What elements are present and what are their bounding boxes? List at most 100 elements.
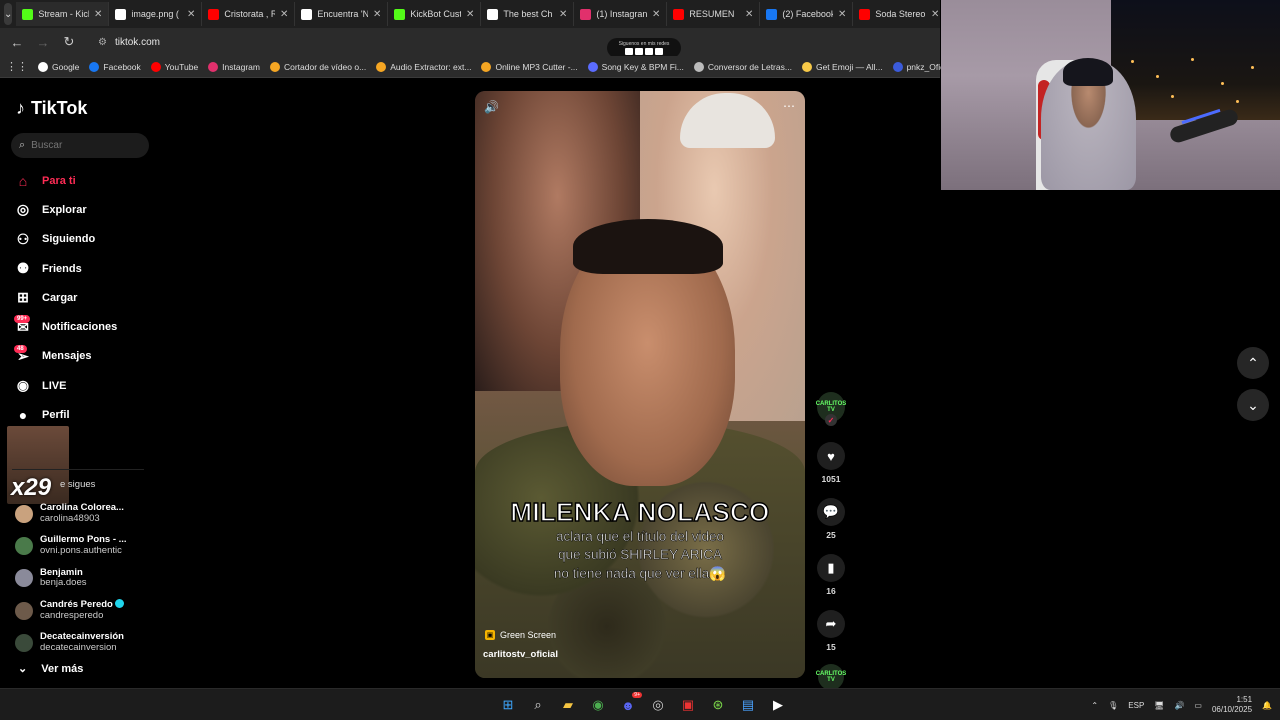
media-player-icon[interactable]: ▶	[767, 694, 789, 716]
close-tab-icon[interactable]: ✕	[652, 9, 660, 20]
apps-grid-icon[interactable]: ⋮⋮	[6, 60, 28, 73]
browser-tab[interactable]: RESUMEN ✕	[667, 2, 761, 26]
tab-title: Stream - Kick	[38, 9, 89, 19]
video-author[interactable]: carlitostv_oficial	[483, 649, 558, 660]
bookmark-item[interactable]: YouTube	[150, 61, 198, 72]
sidebar-item-live[interactable]: ◉ LIVE	[14, 371, 154, 400]
tab-favicon-icon	[394, 8, 406, 20]
taskbar-search-icon[interactable]: ⌕	[527, 694, 549, 716]
tray-chevron-icon[interactable]: ⌃	[1091, 701, 1098, 710]
browser-tab[interactable]: image.png ( ✕	[109, 2, 203, 26]
following-account[interactable]: Carolina Colorea... carolina48903	[15, 498, 155, 530]
site-info-icon[interactable]: ⚙	[98, 37, 107, 48]
xbox-icon[interactable]: ⊛	[707, 694, 729, 716]
discord-icon[interactable]: ☻ 9+	[617, 692, 642, 716]
notifications-bell-icon[interactable]: 🔔	[1262, 701, 1272, 710]
effect-tag[interactable]: ▣ Green Screen	[485, 630, 556, 640]
sidebar-item-friends[interactable]: ⚉ Friends	[14, 254, 154, 283]
forward-arrow-icon[interactable]: →	[32, 31, 54, 53]
volume-icon[interactable]: 🔊	[484, 100, 499, 114]
bookmark-item[interactable]: Cortador de vídeo o...	[269, 61, 366, 72]
avatar	[15, 537, 33, 556]
close-tab-icon[interactable]: ✕	[94, 9, 102, 20]
chrome-icon[interactable]: ◉	[587, 694, 609, 716]
bookmark-item[interactable]: Audio Extractor: ext...	[376, 61, 471, 72]
like-button[interactable]: ♥	[817, 442, 845, 470]
bookmark-item[interactable]: Online MP3 Cutter -...	[481, 61, 578, 72]
tab-search-icon[interactable]: ⌄	[4, 3, 13, 25]
upload-icon: ⊞	[17, 289, 29, 306]
close-tab-icon[interactable]: ✕	[187, 9, 195, 20]
file-explorer-icon[interactable]: ▰	[557, 694, 579, 716]
follow-plus-icon[interactable]: ✓	[825, 414, 837, 426]
editor-icon[interactable]: ▣	[677, 694, 699, 716]
search-box[interactable]: ⌕	[11, 133, 149, 158]
bookmark-label: Facebook	[103, 61, 141, 72]
browser-tab[interactable]: (1) Instagran ✕	[574, 2, 668, 26]
bookmark-item[interactable]: Conversor de Letras...	[693, 61, 792, 72]
save-button[interactable]: ▮	[817, 554, 845, 582]
close-tab-icon[interactable]: ✕	[931, 9, 939, 20]
effect-icon: ▣	[485, 630, 495, 640]
obs-icon[interactable]: ◎	[647, 694, 669, 716]
more-options-icon[interactable]: ⋯	[783, 99, 795, 113]
sidebar-item-mensajes[interactable]: ➢ Mensajes 48	[14, 342, 154, 371]
sidebar-item-para-ti[interactable]: ⌂ Para ti	[14, 166, 154, 195]
tiktok-logo[interactable]: ♪ TikTok	[16, 98, 87, 119]
bookmark-item[interactable]: Song Key & BPM Fi...	[587, 61, 684, 72]
video-player[interactable]: 🔊 ⋯ MILENKA NOLASCO aclara que el título…	[475, 91, 805, 678]
music-disc[interactable]: CARLITOS TV	[815, 664, 847, 690]
back-arrow-icon[interactable]: ←	[6, 31, 28, 53]
sidebar-item-label: Mensajes	[42, 350, 92, 363]
sidebar-item-label: Notificaciones	[42, 321, 118, 334]
network-icon[interactable]: 🖥	[1154, 701, 1164, 710]
following-account[interactable]: Candrés Peredo candresperedo	[15, 595, 155, 627]
close-tab-icon[interactable]: ✕	[280, 9, 288, 20]
volume-tray-icon[interactable]: 🔊	[1174, 701, 1184, 710]
tab-title: image.png (	[131, 9, 179, 19]
browser-tab[interactable]: The best Ch ✕	[481, 2, 575, 26]
language-indicator[interactable]: ESP	[1128, 701, 1144, 710]
following-account[interactable]: Guillermo Pons - ... ovni.pons.authentic	[15, 530, 155, 562]
bookmark-item[interactable]: Facebook	[89, 61, 141, 72]
following-account[interactable]: Benjamin benja.does	[15, 562, 155, 594]
browser-tab[interactable]: Encuentra 'N ✕	[295, 2, 389, 26]
following-account[interactable]: Decatecainversión decatecainversion	[15, 627, 155, 659]
comment-button[interactable]: 💬	[817, 498, 845, 526]
previous-video-button[interactable]: ⌃	[1237, 347, 1269, 379]
tab-title: Encuentra 'N	[317, 9, 368, 19]
music-disc-text: CARLITOS TV	[815, 671, 847, 683]
browser-tab[interactable]: KickBot Cust ✕	[388, 2, 482, 26]
close-tab-icon[interactable]: ✕	[838, 9, 846, 20]
sidebar-item-notificaciones[interactable]: ✉ Notificaciones 99+	[14, 312, 154, 341]
next-video-button[interactable]: ⌄	[1237, 389, 1269, 421]
close-tab-icon[interactable]: ✕	[745, 9, 753, 20]
sidebar-item-cargar[interactable]: ⊞ Cargar	[14, 283, 154, 312]
browser-tab[interactable]: Soda Stereo ✕	[853, 2, 947, 26]
clock[interactable]: 1:51 06/10/2025	[1212, 695, 1252, 714]
bookmark-item[interactable]: Instagram	[208, 61, 260, 72]
tab-favicon-icon	[22, 8, 34, 20]
bookmark-item[interactable]: Get Emoji — All...	[801, 61, 883, 72]
promo-text: Siguenos en mis redes	[618, 41, 670, 47]
microphone-icon[interactable]: 🎙	[1108, 701, 1118, 710]
reload-icon[interactable]: ↻	[58, 31, 80, 53]
sidebar-item-explorar[interactable]: ◎ Explorar	[14, 195, 154, 224]
share-button[interactable]: ➦	[817, 610, 845, 638]
close-tab-icon[interactable]: ✕	[373, 9, 381, 20]
battery-icon[interactable]: ▭	[1194, 701, 1202, 710]
windows-start-icon[interactable]: ⊞	[497, 694, 519, 716]
creator-avatar[interactable]: CARLITOS TV ✓	[816, 392, 846, 426]
notepad-icon[interactable]: ▤	[737, 694, 759, 716]
see-more-button[interactable]: ⌄ Ver más	[18, 662, 83, 676]
url-field[interactable]: ⚙ tiktok.com	[90, 31, 168, 53]
browser-tab[interactable]: Stream - Kick ✕	[16, 2, 110, 26]
browser-tab[interactable]: Cristorata , R ✕	[202, 2, 296, 26]
browser-tab[interactable]: (2) Facebook ✕	[760, 2, 854, 26]
clock-date: 06/10/2025	[1211, 705, 1253, 714]
close-tab-icon[interactable]: ✕	[559, 9, 567, 20]
close-tab-icon[interactable]: ✕	[466, 9, 474, 20]
bookmark-item[interactable]: Google	[38, 61, 79, 72]
search-input[interactable]	[31, 140, 132, 151]
sidebar-item-siguiendo[interactable]: ⚇ Siguiendo	[14, 225, 154, 254]
